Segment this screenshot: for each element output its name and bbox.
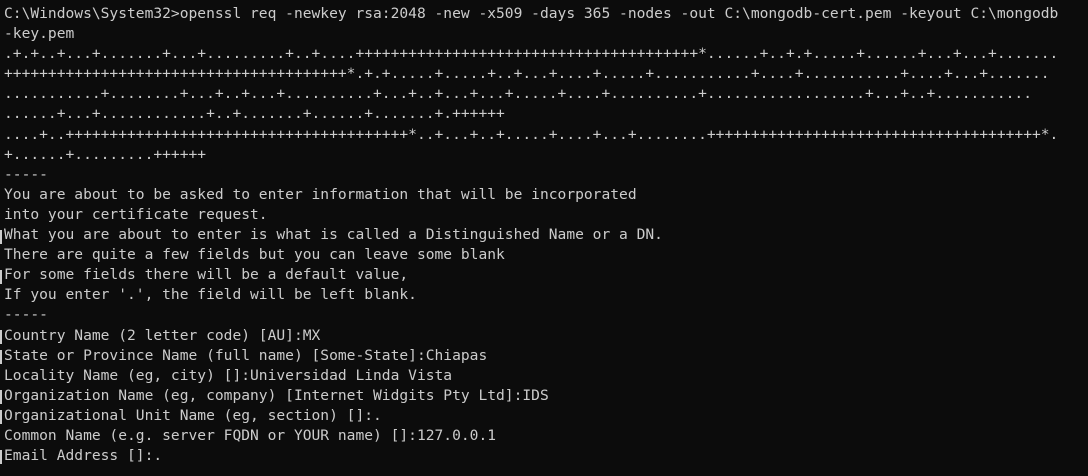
terminal-line-separator: ----- — [4, 306, 48, 324]
terminal-line-email-prompt: Email Address []:. — [4, 447, 163, 465]
terminal-line-command-wrap: -key.pem — [4, 25, 75, 43]
terminal-line-common-name-prompt: Common Name (e.g. server FQDN or YOUR na… — [4, 426, 497, 444]
left-edge-mark — [0, 270, 2, 284]
terminal-line-info: What you are about to enter is what is c… — [4, 226, 663, 244]
terminal-line-info: into your certificate request. — [4, 205, 268, 223]
terminal-line-state-prompt: State or Province Name (full name) [Some… — [4, 346, 488, 364]
terminal-output[interactable]: C:\Windows\System32>openssl req -newkey … — [0, 0, 1088, 476]
terminal-line-keygen-progress: +......+.........++++++ — [4, 145, 207, 163]
left-edge-mark — [0, 410, 2, 424]
terminal-line-info: You are about to be asked to enter infor… — [4, 185, 637, 203]
left-edge-mark — [0, 450, 2, 464]
left-edge-mark — [0, 390, 2, 404]
left-edge-mark — [0, 350, 2, 364]
terminal-line-org-unit-prompt: Organizational Unit Name (eg, section) [… — [4, 406, 382, 424]
terminal-line-keygen-progress: ...........+........+...+..+...+........… — [4, 85, 1032, 103]
terminal-line-keygen-progress: ....+..+++++++++++++++++++++++++++++++++… — [4, 125, 1059, 143]
terminal-line-info: If you enter '.', the field will be left… — [4, 286, 417, 304]
terminal-line-separator: ----- — [4, 165, 48, 183]
terminal-line-info: There are quite a few fields but you can… — [4, 246, 505, 264]
terminal-line-keygen-progress: +++++++++++++++++++++++++++++++++++++++*… — [4, 65, 1050, 83]
terminal-line-command: C:\Windows\System32>openssl req -newkey … — [4, 5, 1059, 22]
terminal-line-keygen-progress: ......+...+............+..+.......+.....… — [4, 105, 505, 123]
terminal-line-organization-prompt: Organization Name (eg, company) [Interne… — [4, 386, 549, 404]
left-edge-mark — [0, 330, 2, 344]
left-edge-mark — [0, 230, 2, 244]
terminal-line-country-prompt: Country Name (2 letter code) [AU]:MX — [4, 326, 321, 344]
terminal-line-info: For some fields there will be a default … — [4, 266, 409, 284]
terminal-line-locality-prompt: Locality Name (eg, city) []:Universidad … — [4, 366, 453, 384]
terminal-line-keygen-progress: .+.+..+...+.......+...+.........+..+....… — [4, 45, 1059, 63]
scrollbar[interactable] — [1084, 0, 1088, 476]
